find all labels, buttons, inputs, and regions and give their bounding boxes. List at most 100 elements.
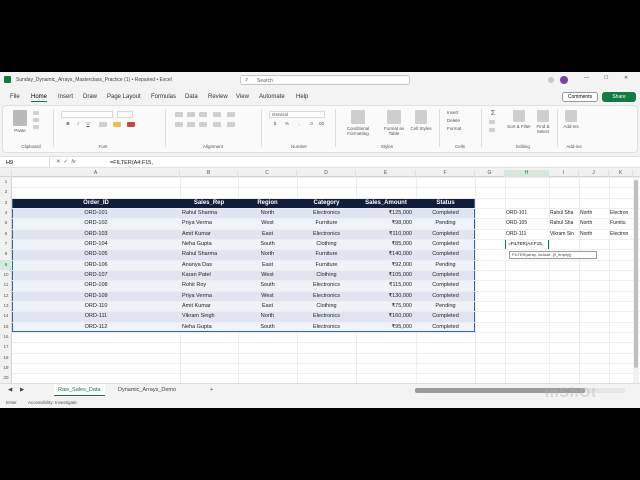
row-header[interactable]: 5 bbox=[0, 218, 12, 228]
cell-sales-amount[interactable]: ₹105,000 bbox=[356, 270, 416, 280]
cell-sales-amount[interactable]: ₹125,000 bbox=[356, 208, 416, 218]
tab-help[interactable]: Help bbox=[296, 94, 308, 100]
cell-styles-icon[interactable] bbox=[415, 110, 427, 124]
add-ins-icon[interactable] bbox=[565, 110, 577, 122]
row-header[interactable]: 12 bbox=[0, 291, 12, 301]
filter-result-cell[interactable]: ORD-101 bbox=[506, 208, 549, 218]
search-input[interactable]: ⌕ Search bbox=[240, 75, 410, 85]
add-sheet-icon[interactable]: + bbox=[206, 384, 217, 396]
cell-status[interactable]: Completed bbox=[416, 249, 475, 259]
row-header[interactable]: 10 bbox=[0, 270, 12, 280]
cell-category[interactable]: Electronics bbox=[297, 322, 356, 332]
cell-sales-rep[interactable]: Priya Verma bbox=[180, 291, 238, 301]
tab-view[interactable]: View bbox=[236, 94, 249, 100]
cell-sales-rep[interactable]: Karan Patel bbox=[180, 270, 238, 280]
number-format-select[interactable]: General bbox=[269, 111, 325, 118]
cell-region[interactable]: East bbox=[238, 260, 297, 270]
column-header-k[interactable]: K bbox=[609, 170, 633, 177]
cell-order-id[interactable]: ORD-109 bbox=[12, 291, 180, 301]
cell-order-id[interactable]: ORD-108 bbox=[12, 280, 180, 290]
header-status[interactable]: Status bbox=[416, 198, 475, 208]
row-header[interactable]: 17 bbox=[0, 342, 12, 352]
row-header[interactable]: 7 bbox=[0, 239, 12, 249]
filter-result-cell[interactable]: Electron bbox=[610, 208, 633, 218]
find-select-icon[interactable] bbox=[537, 110, 549, 122]
tab-insert[interactable]: Insert bbox=[58, 94, 73, 100]
borders-icon[interactable] bbox=[99, 122, 107, 127]
cell-region[interactable]: East bbox=[238, 301, 297, 311]
tab-data[interactable]: Data bbox=[185, 94, 198, 100]
cell-region[interactable]: South bbox=[238, 239, 297, 249]
cell-region[interactable]: North bbox=[238, 249, 297, 259]
comma-icon[interactable]: , bbox=[295, 121, 303, 126]
cell-region[interactable]: West bbox=[238, 270, 297, 280]
cell-sales-rep[interactable]: Rahul Sharma bbox=[180, 249, 238, 259]
cell-sales-amount[interactable]: ₹95,000 bbox=[356, 322, 416, 332]
header-sales-rep[interactable]: Sales_Rep bbox=[180, 198, 238, 208]
copy-icon[interactable] bbox=[33, 118, 39, 122]
cell-category[interactable]: Furniture bbox=[297, 218, 356, 228]
align-middle-icon[interactable] bbox=[187, 112, 195, 117]
indent-icon[interactable] bbox=[213, 122, 221, 127]
sort-filter-icon[interactable] bbox=[513, 110, 525, 122]
row-header[interactable]: 13 bbox=[0, 301, 12, 311]
cell-status[interactable]: Completed bbox=[416, 229, 475, 239]
sheet-tab-dynamic-arrays-demo[interactable]: Dynamic_Arrays_Demo bbox=[114, 384, 180, 396]
tab-page-layout[interactable]: Page Layout bbox=[107, 94, 141, 100]
filter-result-cell[interactable]: North bbox=[580, 218, 609, 228]
cell-sales-amount[interactable]: ₹92,000 bbox=[356, 260, 416, 270]
tab-home[interactable]: Home bbox=[31, 94, 48, 102]
increase-decimal-icon[interactable]: .0 bbox=[307, 121, 315, 126]
format-cells-button[interactable]: Format bbox=[447, 126, 471, 131]
cell-sales-rep[interactable]: Ananya Das bbox=[180, 260, 238, 270]
column-header-j[interactable]: J bbox=[579, 170, 609, 177]
column-header-f[interactable]: F bbox=[416, 170, 475, 177]
cell-status[interactable]: Completed bbox=[416, 291, 475, 301]
filter-result-cell[interactable]: Electron bbox=[610, 229, 633, 239]
cell-order-id[interactable]: ORD-106 bbox=[12, 260, 180, 270]
font-size-select[interactable] bbox=[117, 111, 133, 118]
cell-category[interactable]: Furniture bbox=[297, 260, 356, 270]
cell-category[interactable]: Clothing bbox=[297, 270, 356, 280]
cell-status[interactable]: Pending bbox=[416, 218, 475, 228]
enter-icon[interactable]: ✓ bbox=[64, 159, 69, 165]
vertical-scrollbar[interactable] bbox=[633, 178, 639, 383]
delete-cells-button[interactable]: Delete bbox=[447, 118, 471, 123]
underline-icon[interactable]: U bbox=[85, 121, 91, 126]
cell-sales-rep[interactable]: Neha Gupta bbox=[180, 322, 238, 332]
header-order-id[interactable]: Order_ID bbox=[12, 198, 180, 208]
minimize-icon[interactable]: — bbox=[584, 75, 589, 81]
cell-order-id[interactable]: ORD-107 bbox=[12, 270, 180, 280]
row-header[interactable]: 11 bbox=[0, 280, 12, 290]
filter-result-cell[interactable]: Rahul Sha bbox=[550, 218, 580, 228]
align-left-icon[interactable] bbox=[175, 122, 183, 127]
cell-status[interactable]: Pending bbox=[416, 301, 475, 311]
cell-category[interactable]: Electronics bbox=[297, 229, 356, 239]
tab-formulas[interactable]: Formulas bbox=[151, 94, 176, 100]
name-box[interactable]: H9 bbox=[2, 157, 50, 168]
row-header[interactable]: 16 bbox=[0, 332, 12, 342]
cell-category[interactable]: Furniture bbox=[297, 249, 356, 259]
cell-sales-amount[interactable]: ₹160,000 bbox=[356, 311, 416, 321]
cell-category[interactable]: Electronics bbox=[297, 280, 356, 290]
cell-status[interactable]: Completed bbox=[416, 208, 475, 218]
merge-center-icon[interactable] bbox=[227, 122, 235, 127]
cell-sales-amount[interactable]: ₹98,000 bbox=[356, 218, 416, 228]
cut-icon[interactable] bbox=[33, 111, 39, 115]
cell-order-id[interactable]: ORD-102 bbox=[12, 218, 180, 228]
vertical-scroll-thumb[interactable] bbox=[634, 180, 638, 368]
cell-sales-amount[interactable]: ₹115,000 bbox=[356, 280, 416, 290]
column-header-e[interactable]: E bbox=[356, 170, 416, 177]
row-header[interactable]: 8 bbox=[0, 249, 12, 259]
font-color-icon[interactable] bbox=[127, 122, 135, 127]
column-header-c[interactable]: C bbox=[238, 170, 297, 177]
align-center-icon[interactable] bbox=[187, 122, 195, 127]
cell-region[interactable]: North bbox=[238, 311, 297, 321]
row-header[interactable]: 14 bbox=[0, 311, 12, 321]
paste-icon[interactable] bbox=[13, 110, 27, 126]
accessibility-status[interactable]: Accessibility: Investigate bbox=[28, 400, 77, 405]
tab-review[interactable]: Review bbox=[208, 94, 228, 100]
cancel-icon[interactable]: ✕ bbox=[56, 159, 61, 165]
cell-region[interactable]: East bbox=[238, 229, 297, 239]
filter-result-cell[interactable]: Furnitu bbox=[610, 218, 633, 228]
